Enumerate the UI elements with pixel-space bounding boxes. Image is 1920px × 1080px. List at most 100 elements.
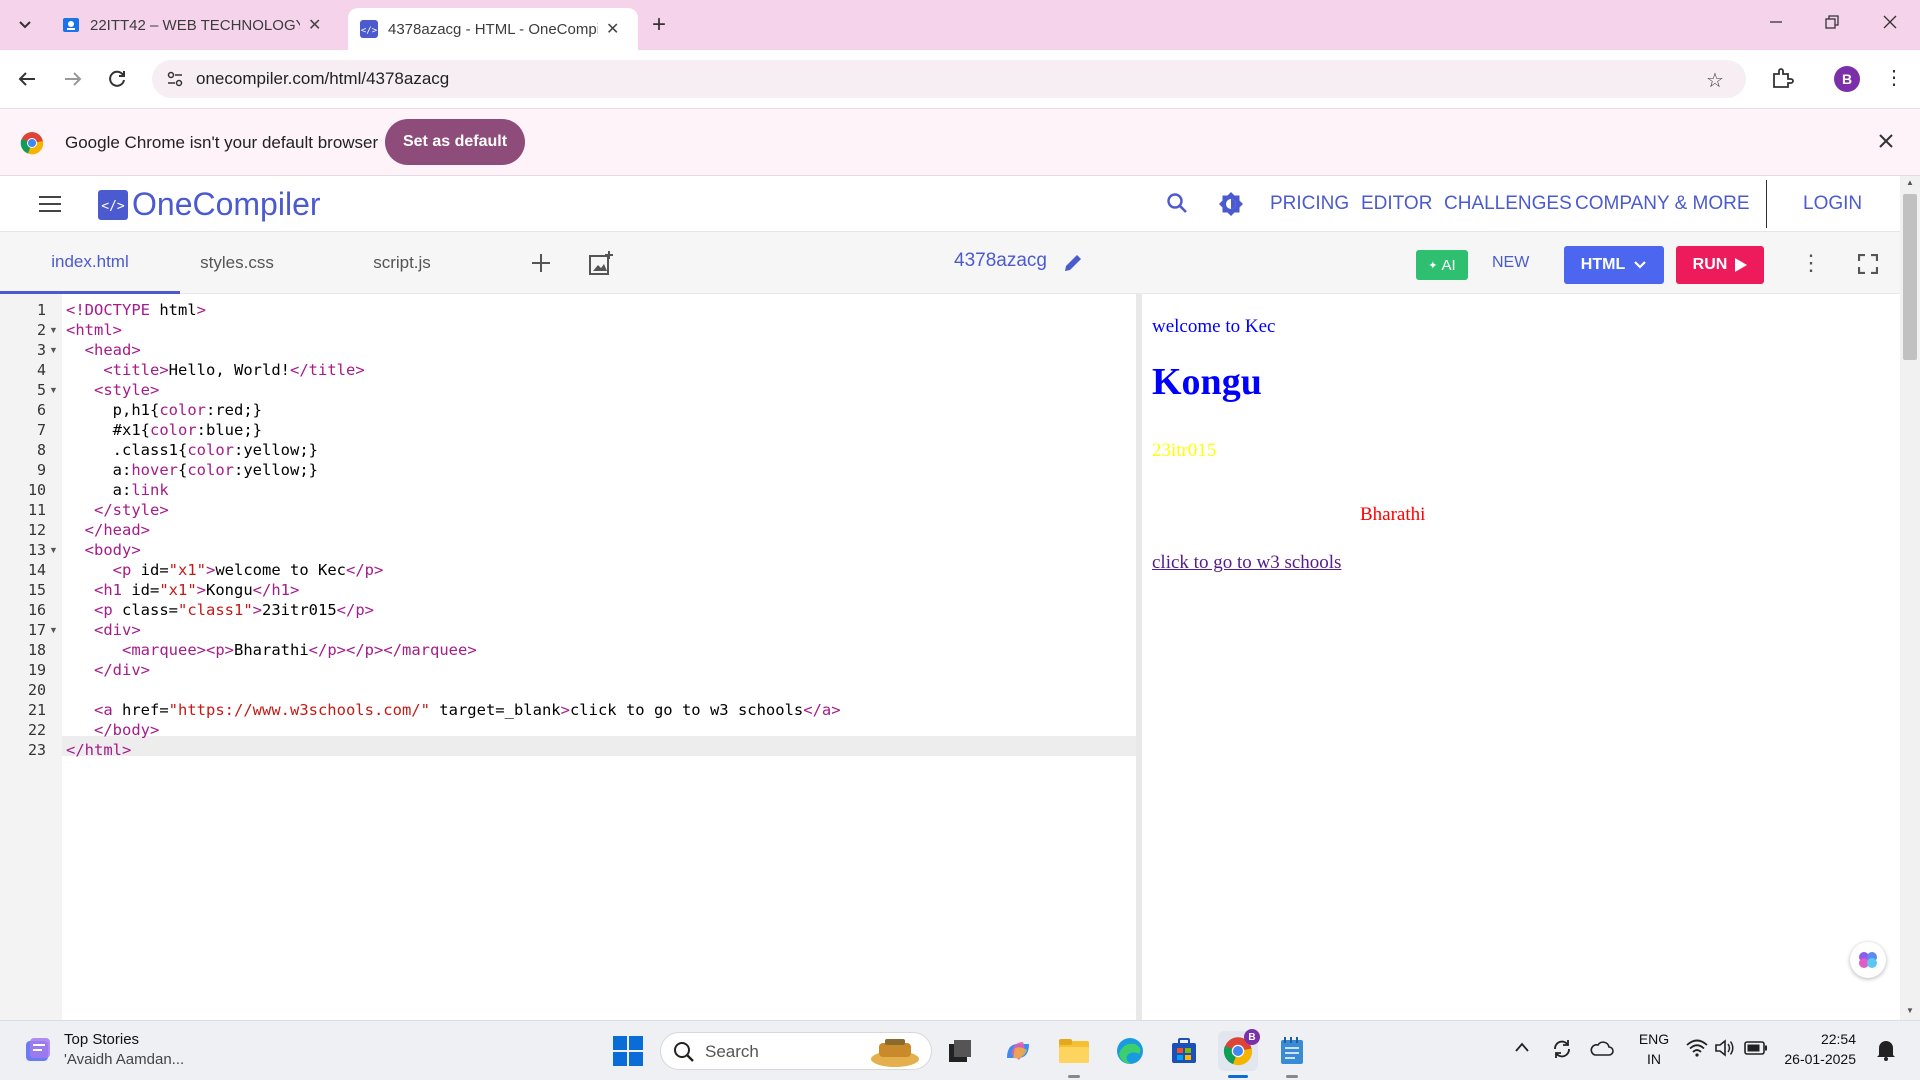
input-language-top[interactable]: ENG (1636, 1031, 1672, 1047)
code-line[interactable]: a:link (66, 480, 169, 500)
code-line[interactable]: <h1 id="x1">Kongu</h1> (66, 580, 299, 600)
notifications-bell-icon[interactable] (1876, 1039, 1896, 1061)
tab-search-button[interactable] (12, 12, 38, 38)
new-button[interactable]: NEW (1492, 254, 1529, 272)
restore-button[interactable] (1824, 14, 1840, 30)
file-tab-index-html[interactable]: index.html (0, 232, 180, 294)
fold-arrow-icon[interactable]: ▼ (49, 380, 58, 400)
fold-arrow-icon[interactable]: ▼ (49, 620, 58, 640)
tab-web-technology[interactable]: 22ITT42 – WEB TECHNOLOGY II ✕ (50, 8, 340, 42)
reload-button[interactable] (106, 68, 128, 90)
code-line[interactable]: <style> (66, 380, 159, 400)
code-line[interactable]: </head> (66, 520, 150, 540)
code-line[interactable]: </html> (66, 740, 131, 760)
taskbar-search-box[interactable]: Search (660, 1032, 932, 1070)
sync-status-icon[interactable] (1550, 1037, 1574, 1061)
code-line[interactable]: <p id="x1">welcome to Kec</p> (66, 560, 384, 580)
add-file-button[interactable] (530, 252, 552, 274)
news-title[interactable]: Top Stories (64, 1031, 139, 1048)
code-line[interactable]: <a href="https://www.w3schools.com/" tar… (66, 700, 841, 720)
code-editor[interactable]: 1 2 ▼ 3 ▼ 4 5 ▼ 6 7 8 9 10 11 12 13 ▼ 14 15 16 17 ▼ 18 19 20 21 22… (0, 294, 1136, 1020)
rename-project-button[interactable] (1062, 252, 1084, 274)
ai-button[interactable]: ✦ AI (1416, 250, 1468, 280)
code-line[interactable]: <p class="class1">23itr015</p> (66, 600, 374, 620)
input-language-bottom[interactable]: IN (1636, 1051, 1672, 1067)
code-line[interactable]: </div> (66, 660, 150, 680)
start-button[interactable] (608, 1031, 648, 1071)
code-line[interactable]: .class1{color:yellow;} (66, 440, 318, 460)
infobar-close-button[interactable] (1876, 131, 1896, 151)
preview-w3schools-link[interactable]: click to go to w3 schools (1152, 552, 1341, 574)
assistant-bubble[interactable] (1850, 942, 1886, 978)
menu-kebab-icon[interactable]: ⋮ (1884, 66, 1904, 90)
nav-challenges[interactable]: CHALLENGES (1444, 176, 1572, 232)
page-scrollbar[interactable]: ▲ ▼ (1900, 176, 1920, 1020)
news-widget-icon[interactable] (18, 1031, 58, 1071)
window-close-button[interactable] (1882, 14, 1898, 30)
back-button[interactable] (16, 68, 38, 90)
site-search-button[interactable] (1166, 192, 1188, 214)
volume-icon[interactable] (1714, 1039, 1736, 1057)
hamburger-menu-button[interactable] (38, 194, 62, 214)
nav-pricing[interactable]: PRICING (1270, 176, 1349, 232)
code-line[interactable]: <html> (66, 320, 122, 340)
fold-arrow-icon[interactable]: ▼ (49, 320, 58, 340)
site-logo[interactable]: </> OneCompiler (98, 186, 321, 223)
more-options-kebab-icon[interactable]: ⋮ (1800, 250, 1822, 276)
scroll-down-arrow-icon[interactable]: ▼ (1906, 1006, 1914, 1015)
fold-arrow-icon[interactable]: ▼ (49, 340, 58, 360)
clock-date[interactable]: 26-01-2025 (1776, 1051, 1856, 1067)
extensions-button[interactable] (1770, 66, 1794, 90)
onedrive-cloud-icon[interactable] (1590, 1039, 1614, 1057)
clock-time[interactable]: 22:54 (1776, 1031, 1856, 1047)
code-line[interactable]: <head> (66, 340, 141, 360)
file-tab-styles-css[interactable]: styles.css (180, 232, 294, 294)
code-line[interactable]: #x1{color:blue;} (66, 420, 262, 440)
forward-button[interactable] (62, 68, 84, 90)
file-tab-script-js[interactable]: script.js (350, 232, 454, 294)
chrome-taskbar-icon[interactable]: B (1218, 1029, 1260, 1071)
show-hidden-icons-button[interactable] (1514, 1041, 1530, 1053)
wifi-icon[interactable] (1686, 1039, 1708, 1057)
scroll-up-arrow-icon[interactable]: ▲ (1906, 178, 1914, 187)
nav-company-more[interactable]: COMPANY & MORE (1575, 176, 1750, 232)
code-line[interactable]: </body> (66, 720, 159, 740)
add-image-button[interactable] (588, 250, 614, 276)
scrollbar-thumb[interactable] (1903, 194, 1917, 360)
profile-avatar[interactable]: B (1834, 66, 1860, 92)
copilot-icon[interactable] (998, 1031, 1038, 1071)
new-tab-button[interactable]: + (652, 12, 666, 38)
close-icon[interactable]: ✕ (308, 15, 321, 35)
code-line[interactable]: <div> (66, 620, 141, 640)
tab-onecompiler[interactable]: </> 4378azacg - HTML - OneCompiler ✕ (348, 8, 638, 50)
fold-arrow-icon[interactable]: ▼ (49, 540, 58, 560)
site-info-icon[interactable] (166, 70, 184, 88)
pencil-icon (1065, 255, 1081, 271)
code-line[interactable]: <title>Hello, World!</title> (66, 360, 364, 380)
code-line[interactable]: <marquee><p>Bharathi</p></p></marquee> (66, 640, 477, 660)
notepad-icon[interactable] (1272, 1031, 1312, 1071)
code-line[interactable]: p,h1{color:red;} (66, 400, 262, 420)
close-icon[interactable]: ✕ (606, 19, 619, 39)
url-text[interactable]: onecompiler.com/html/4378azacg (196, 69, 449, 89)
battery-icon[interactable] (1744, 1041, 1768, 1055)
fullscreen-button[interactable] (1858, 254, 1878, 274)
code-line[interactable]: <body> (66, 540, 141, 560)
language-select[interactable]: HTML (1564, 246, 1664, 284)
set-as-default-button[interactable]: Set as default (385, 119, 525, 165)
login-link[interactable]: LOGIN (1803, 176, 1862, 232)
edge-browser-icon[interactable] (1110, 1031, 1150, 1071)
nav-editor[interactable]: EDITOR (1361, 176, 1432, 232)
theme-toggle-button[interactable] (1218, 191, 1244, 217)
code-line[interactable]: <!DOCTYPE html> (66, 300, 206, 320)
address-bar[interactable]: onecompiler.com/html/4378azacg ☆ (152, 60, 1746, 98)
file-explorer-icon[interactable] (1054, 1031, 1094, 1071)
task-view-icon[interactable] (940, 1031, 980, 1071)
news-subtitle[interactable]: 'Avaidh Aamdan... (64, 1051, 184, 1068)
run-button[interactable]: RUN (1676, 246, 1764, 284)
code-line[interactable]: </style> (66, 500, 169, 520)
minimize-button[interactable] (1768, 14, 1784, 30)
bookmark-star-icon[interactable]: ☆ (1706, 68, 1724, 93)
code-line[interactable]: a:hover{color:yellow;} (66, 460, 318, 480)
microsoft-store-icon[interactable] (1164, 1031, 1204, 1071)
